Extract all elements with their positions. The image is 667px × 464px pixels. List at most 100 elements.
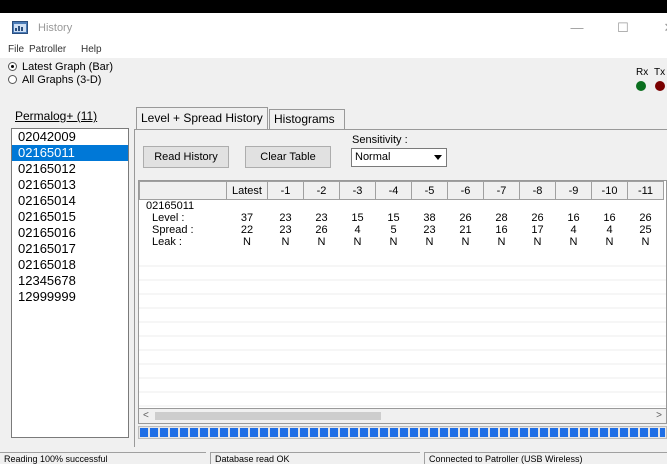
rx-indicator-icon [636, 81, 646, 91]
list-item[interactable]: 02042009 [12, 129, 128, 145]
table-cell: N [339, 236, 376, 248]
menu-file[interactable]: File [8, 44, 24, 55]
table-cell: 25 [627, 224, 664, 236]
table-cell: 23 [303, 212, 340, 224]
horizontal-scrollbar[interactable]: < > [138, 409, 667, 424]
table-cell: 26 [303, 224, 340, 236]
row-label-level: Level : [139, 212, 227, 224]
table-cell: N [303, 236, 340, 248]
table-row: Spread : 22 23 26 4 5 23 21 16 17 4 4 25 [139, 224, 664, 236]
table-cell: N [627, 236, 664, 248]
column-header: -6 [447, 181, 484, 200]
table-cell: 22 [226, 224, 268, 236]
column-header [139, 181, 227, 200]
permalog-list[interactable]: 02042009 02165011 02165012 02165013 0216… [11, 128, 129, 438]
radio-latest-graph-label: Latest Graph (Bar) [22, 61, 114, 73]
read-progress-bar [138, 426, 667, 439]
column-header: -3 [339, 181, 376, 200]
table-cell: N [267, 236, 304, 248]
column-header: -4 [375, 181, 412, 200]
table-cell: 26 [627, 212, 664, 224]
list-item-selected[interactable]: 02165011 [12, 145, 128, 161]
progress-fill [140, 428, 665, 437]
table-cell: N [483, 236, 520, 248]
tx-indicator-icon [655, 81, 665, 91]
permalog-link[interactable]: Permalog+ (11) [15, 109, 97, 123]
row-label-leak: Leak : [139, 236, 227, 248]
radio-button-icon[interactable] [8, 62, 17, 71]
list-item[interactable]: 02165018 [12, 257, 128, 273]
tab-level-spread-history[interactable]: Level + Spread History [136, 107, 268, 129]
table-header-row: Latest -1 -2 -3 -4 -5 -6 -7 -8 -9 -10 -1… [139, 181, 664, 200]
table-cell: 16 [591, 212, 628, 224]
maximize-button[interactable]: ☐ [600, 13, 646, 43]
list-item[interactable]: 02165017 [12, 241, 128, 257]
column-header: Latest [226, 181, 268, 200]
scroll-right-icon[interactable]: > [656, 410, 662, 421]
table-cell: 16 [555, 212, 592, 224]
table-row: 02165011 [139, 199, 664, 212]
column-header: -8 [519, 181, 556, 200]
window-title: History [38, 22, 73, 34]
table-cell: 37 [226, 212, 268, 224]
table-cell: 4 [555, 224, 592, 236]
list-item[interactable]: 12999999 [12, 289, 128, 305]
radio-button-icon[interactable] [8, 75, 17, 84]
minimize-button[interactable]: — [554, 13, 600, 43]
table-cell: 23 [267, 212, 304, 224]
table-cell: 5 [375, 224, 412, 236]
sensitivity-select[interactable]: Normal [351, 148, 447, 167]
list-item[interactable]: 02165013 [12, 177, 128, 193]
chevron-down-icon[interactable] [434, 155, 442, 160]
table-row: Level : 37 23 23 15 15 38 26 28 26 16 16… [139, 212, 664, 224]
sensitivity-value: Normal [355, 151, 391, 163]
table-row: Leak : N N N N N N N N N N N N [139, 236, 664, 248]
table-cell: 16 [483, 224, 520, 236]
rx-label: Rx [636, 67, 649, 78]
history-grid[interactable]: Latest -1 -2 -3 -4 -5 -6 -7 -8 -9 -10 -1… [138, 180, 667, 409]
history-table: Latest -1 -2 -3 -4 -5 -6 -7 -8 -9 -10 -1… [139, 181, 664, 248]
status-connection: Connected to Patroller (USB Wireless) [424, 452, 667, 464]
table-cell: 38 [411, 212, 448, 224]
column-header: -1 [267, 181, 304, 200]
app-icon [12, 21, 28, 34]
table-cell: N [226, 236, 268, 248]
table-cell: N [411, 236, 448, 248]
list-item[interactable]: 12345678 [12, 273, 128, 289]
radio-all-graphs[interactable]: All Graphs (3-D) [8, 74, 101, 86]
group-label: 02165011 [139, 199, 664, 212]
status-database: Database read OK [210, 452, 420, 464]
table-cell: 17 [519, 224, 556, 236]
table-cell: 4 [339, 224, 376, 236]
close-button[interactable]: ✕ [646, 13, 667, 43]
scroll-left-icon[interactable]: < [143, 410, 149, 421]
column-header: -10 [591, 181, 628, 200]
column-header: -2 [303, 181, 340, 200]
history-window: History — ☐ ✕ File Patroller Help Latest… [0, 13, 667, 464]
menu-help[interactable]: Help [81, 44, 102, 55]
table-cell: 15 [339, 212, 376, 224]
table-cell: N [591, 236, 628, 248]
table-cell: 26 [519, 212, 556, 224]
table-cell: 26 [447, 212, 484, 224]
tx-label: Tx [654, 67, 666, 78]
table-cell: N [375, 236, 412, 248]
tab-histograms[interactable]: Histograms [269, 109, 345, 129]
column-header: -7 [483, 181, 520, 200]
column-header: -11 [627, 181, 664, 200]
table-cell: N [519, 236, 556, 248]
scrollbar-thumb[interactable] [155, 412, 381, 420]
list-item[interactable]: 02165016 [12, 225, 128, 241]
sensitivity-label: Sensitivity : [352, 134, 408, 146]
table-cell: 23 [267, 224, 304, 236]
list-item[interactable]: 02165014 [12, 193, 128, 209]
table-cell: N [555, 236, 592, 248]
menu-patroller[interactable]: Patroller [29, 44, 66, 55]
menu-bar: File Patroller Help [0, 43, 667, 58]
radio-latest-graph[interactable]: Latest Graph (Bar) [8, 61, 113, 73]
read-history-button[interactable]: Read History [143, 146, 229, 168]
title-bar[interactable]: History — ☐ ✕ [0, 13, 667, 43]
list-item[interactable]: 02165012 [12, 161, 128, 177]
clear-table-button[interactable]: Clear Table [245, 146, 331, 168]
list-item[interactable]: 02165015 [12, 209, 128, 225]
